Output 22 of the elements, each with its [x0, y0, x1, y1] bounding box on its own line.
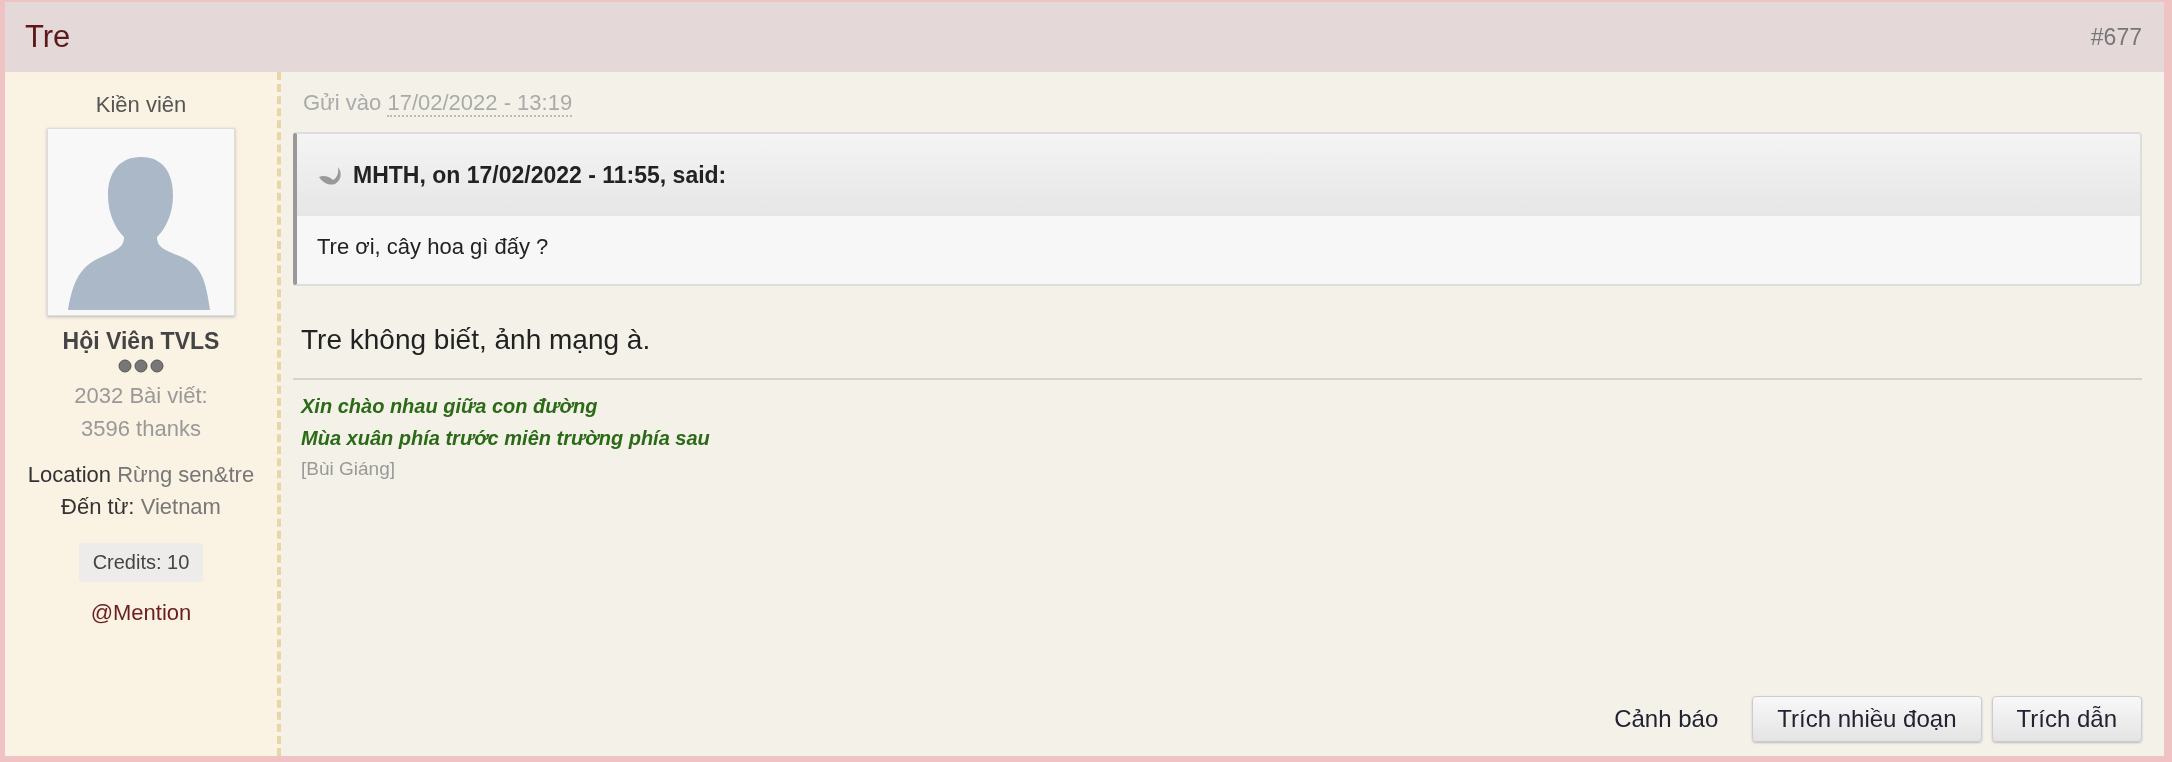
quote-text: Tre ơi, cây hoa gì đấy ? — [316, 233, 550, 261]
avatar[interactable] — [47, 128, 235, 316]
member-rank: Kiền viên — [95, 92, 187, 118]
signature-source: [Bùi Giáng] — [301, 457, 396, 481]
member-group: Hội Viên TVLS — [62, 328, 220, 355]
signature-line: Xin chào nhau giữa con đường — [301, 394, 599, 419]
signature-line: Mùa xuân phía trước miên trường phía sau — [301, 426, 711, 451]
post-text: Tre không biết, ảnh mạng à. — [301, 324, 652, 356]
location-info: Location Rừng sen&tre — [27, 461, 255, 489]
post-title: Tre — [25, 19, 71, 55]
quote-button[interactable]: Trích nhiều đoạn — [1752, 696, 1982, 742]
quote-citation: MHTH, on 17/02/2022 - 11:55, said: — [353, 161, 727, 189]
report-link[interactable]: Cảnh báo — [1614, 705, 1719, 733]
thanks-count: 3596 thanks — [81, 415, 201, 443]
credits-badge: Credits: 10 — [78, 543, 204, 582]
post-date: Gửi vào 17/02/2022 - 13:19 — [303, 90, 574, 116]
quote-icon — [317, 165, 343, 185]
quote-button[interactable]: Trích dẫn — [1991, 696, 2142, 742]
mention-link[interactable]: @Mention — [90, 600, 192, 626]
rank-pips-icon — [117, 359, 165, 373]
origin-info: Đến từ: Vietnam — [60, 493, 222, 521]
post-count: 2032 Bài viết: — [74, 382, 208, 410]
